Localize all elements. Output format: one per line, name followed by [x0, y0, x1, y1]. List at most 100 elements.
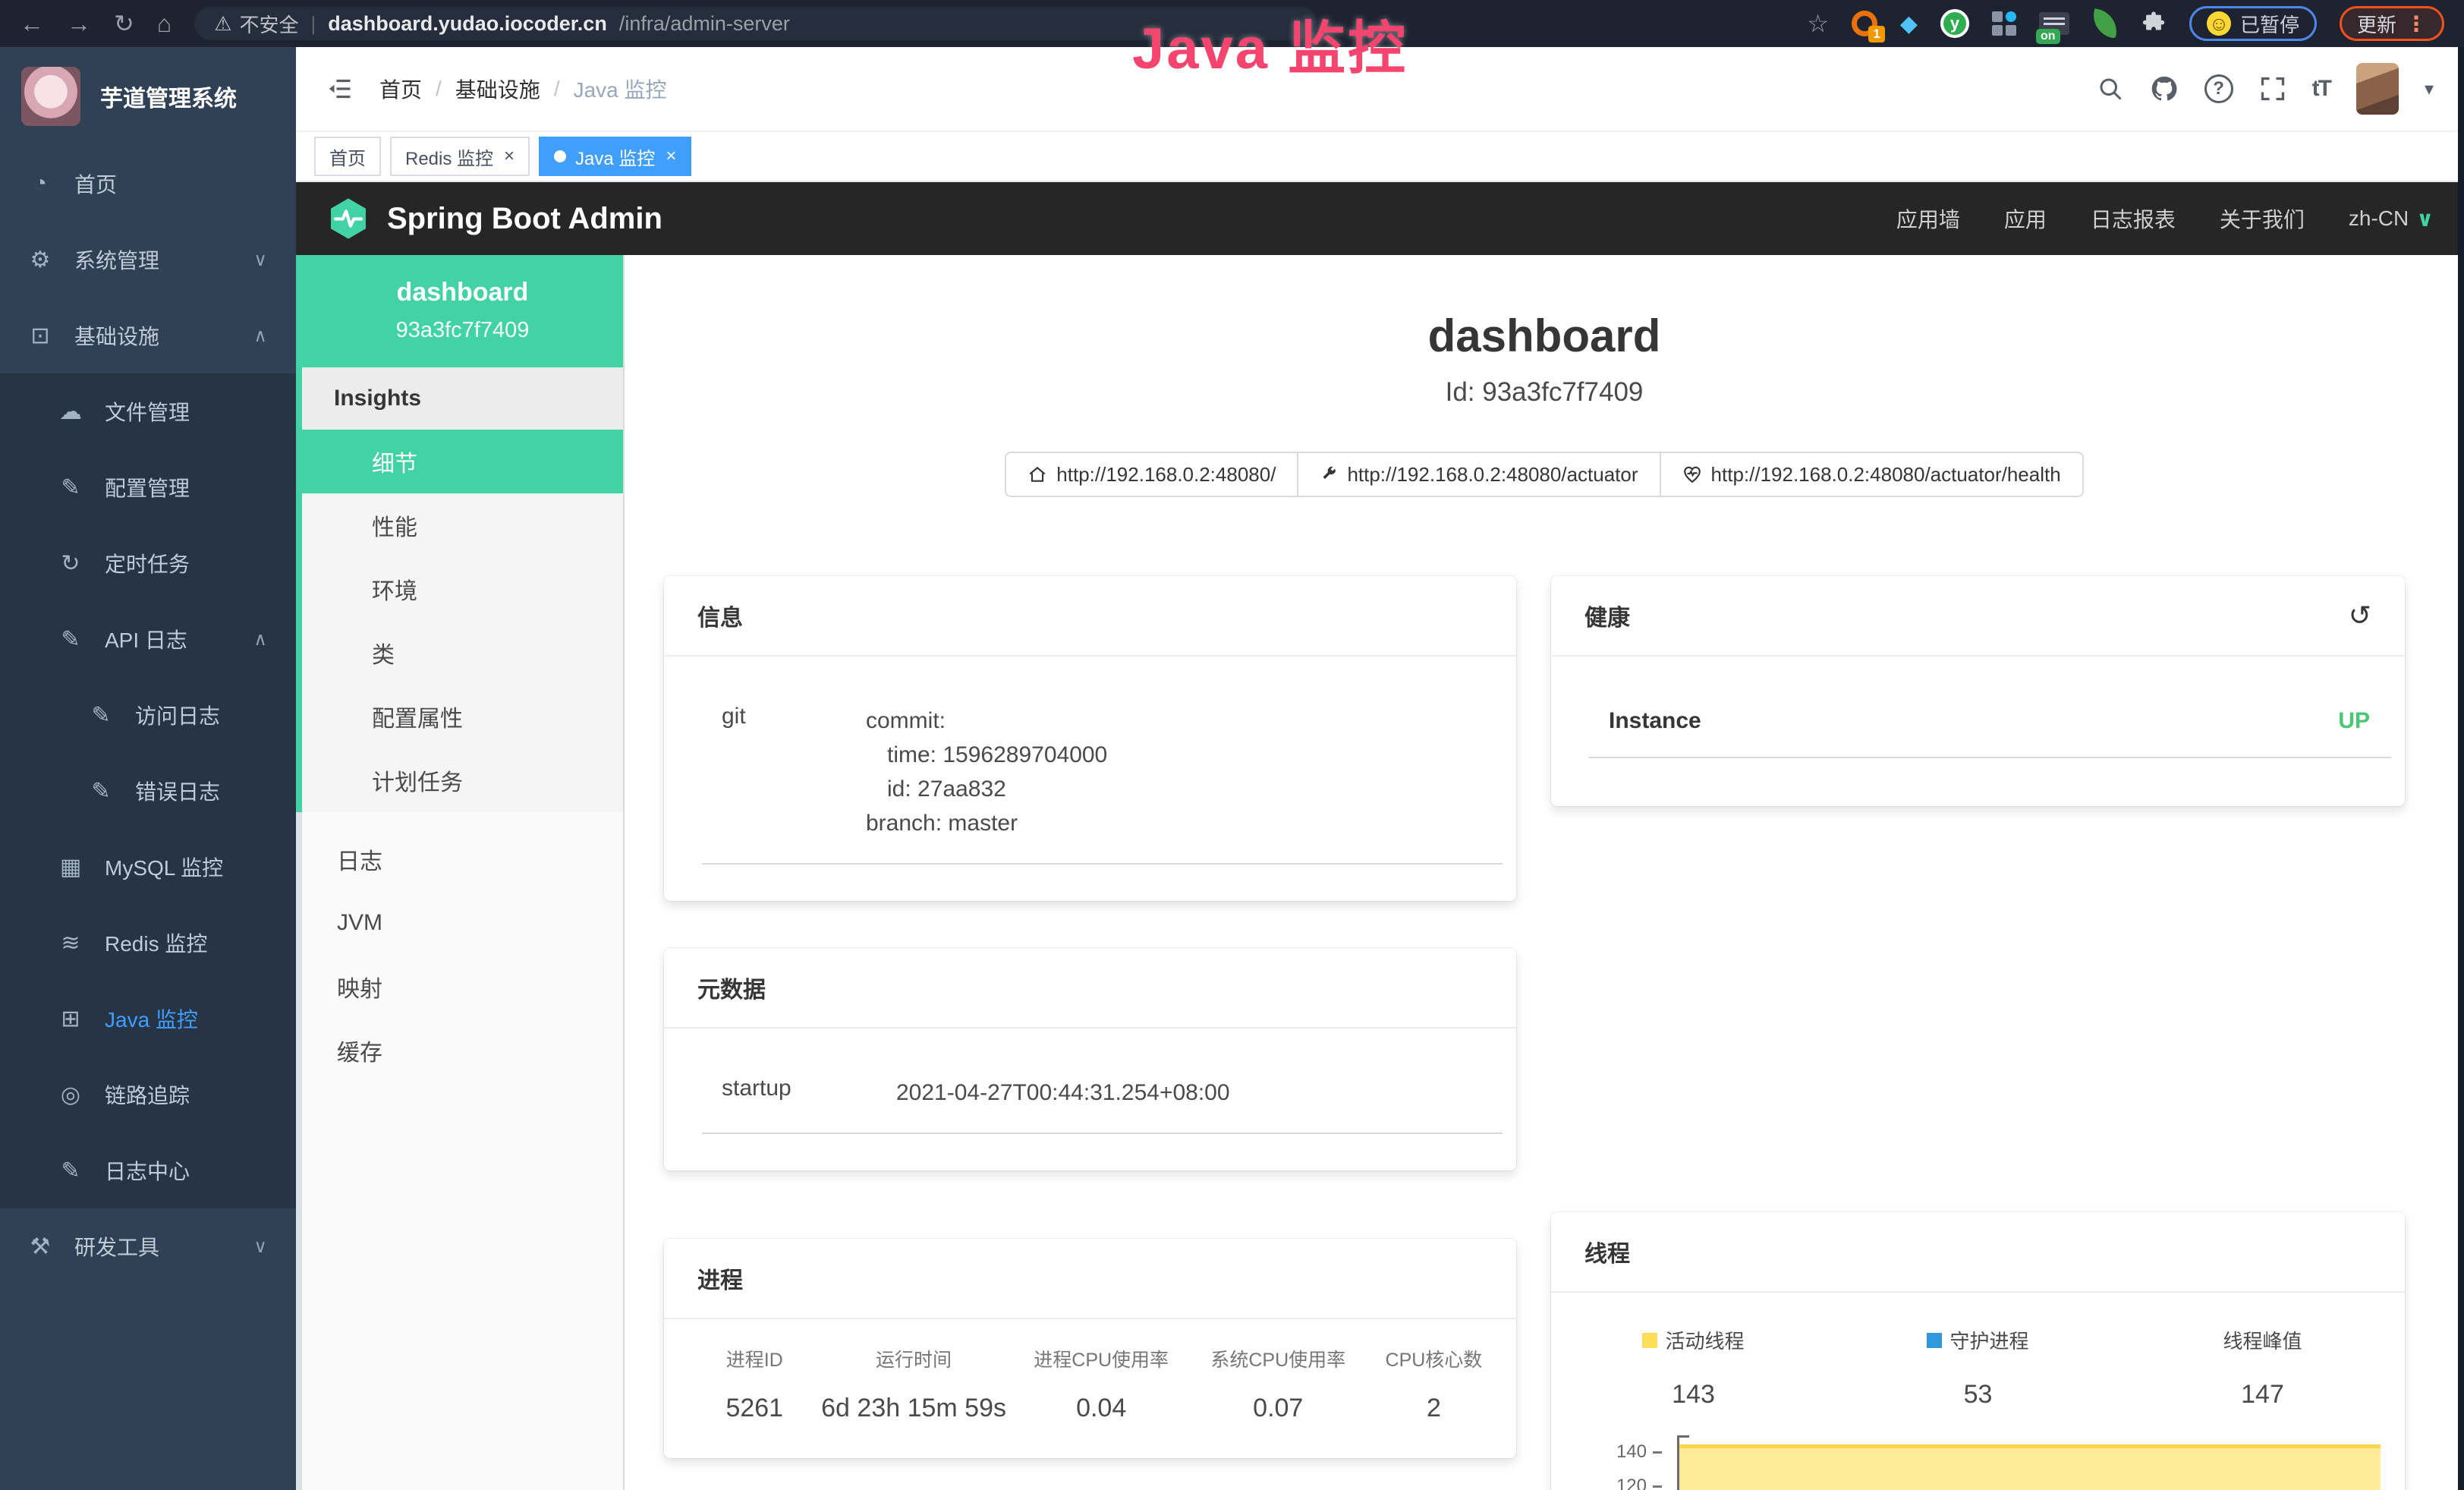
sidebar-item-label: 配置管理 — [105, 472, 190, 502]
heartbeat-icon — [1682, 465, 1702, 484]
toolbox-icon: ⚒ — [26, 1233, 55, 1260]
threads-card-title: 线程 — [1584, 1235, 1630, 1268]
tab-redis-monitor[interactable]: Redis 监控 × — [390, 137, 530, 176]
legend-value-peak: 147 — [2120, 1380, 2405, 1410]
sba-item-config-props[interactable]: 配置属性 — [302, 685, 623, 748]
sidebar-item-api-logs[interactable]: ✎ API 日志 ∧ — [0, 601, 296, 677]
sidebar-item-dev-tools[interactable]: ⚒ 研发工具 ∨ — [0, 1208, 296, 1284]
extension-grid-icon[interactable] — [1992, 11, 2016, 36]
dashboard-icon: ◔ — [26, 171, 55, 197]
metadata-startup-row: startup 2021-04-27T00:44:31.254+08:00 — [702, 1059, 1503, 1134]
sidebar-item-scheduled-tasks[interactable]: ↻ 定时任务 — [0, 525, 296, 601]
sba-item-scheduled[interactable]: 计划任务 — [302, 748, 623, 812]
breadcrumb-home[interactable]: 首页 — [379, 74, 422, 104]
process-value-cores: 2 — [1367, 1394, 1501, 1423]
close-icon[interactable]: × — [666, 146, 676, 167]
sba-item-logs[interactable]: 日志 — [302, 827, 623, 891]
tab-label: Redis 监控 — [405, 143, 493, 170]
timer-icon: ↻ — [56, 550, 85, 577]
sidebar-item-label: 首页 — [74, 169, 117, 199]
chevron-up-icon: ∧ — [253, 628, 267, 650]
sba-nav-about[interactable]: 关于我们 — [2220, 203, 2305, 234]
sidebar-item-java-monitor[interactable]: ⊞ Java 监控 — [0, 981, 296, 1057]
sba-nav-applications[interactable]: 应用 — [2004, 203, 2047, 234]
extension-pin-icon[interactable]: ◆ — [1900, 11, 1918, 37]
sba-item-mappings[interactable]: 映射 — [302, 955, 623, 1019]
breadcrumb-infrastructure[interactable]: 基础设施 — [455, 74, 540, 104]
search-icon[interactable] — [2097, 75, 2124, 102]
threads-chart: 140 120 100 — [1551, 1440, 2391, 1490]
instance-links: http://192.168.0.2:48080/ http://192.168… — [625, 452, 2464, 497]
reload-icon[interactable]: ↻ — [114, 11, 134, 36]
database-grid-icon: ▦ — [56, 854, 85, 880]
process-header-cores: CPU核心数 — [1367, 1345, 1501, 1372]
process-table: 进程ID 运行时间 进程CPU使用率 系统CPU使用率 CPU核心数 5261 … — [664, 1319, 1516, 1458]
home-icon[interactable]: ⌂ — [157, 11, 172, 36]
sidebar-item-system[interactable]: ⚙ 系统管理 ∨ — [0, 222, 296, 298]
tab-java-monitor[interactable]: Java 监控 × — [539, 137, 691, 176]
sidebar-item-config-management[interactable]: ✎ 配置管理 — [0, 449, 296, 525]
avatar-caret-icon[interactable]: ▾ — [2425, 78, 2434, 100]
sba-item-jvm[interactable]: JVM — [302, 891, 623, 955]
extensions-puzzle-icon[interactable] — [2141, 11, 2167, 36]
sba-item-details[interactable]: 细节 — [302, 430, 623, 493]
sba-locale-select[interactable]: zh-CN ∨ — [2349, 206, 2434, 232]
process-header-proc-cpu: 进程CPU使用率 — [1013, 1345, 1190, 1372]
sidebar-item-label: 基础设施 — [74, 320, 159, 351]
process-header-uptime: 运行时间 — [815, 1345, 1013, 1372]
info-git-label: git — [722, 704, 866, 840]
sidebar-item-log-center[interactable]: ✎ 日志中心 — [0, 1132, 296, 1208]
help-icon[interactable]: ? — [2204, 74, 2233, 103]
actuator-url-button[interactable]: http://192.168.0.2:48080/actuator — [1298, 452, 1660, 497]
sba-brand[interactable]: Spring Boot Admin — [326, 197, 662, 241]
sidebar-item-file-management[interactable]: ☁ 文件管理 — [0, 373, 296, 449]
sba-item-metrics[interactable]: 性能 — [302, 493, 623, 557]
text-size-icon[interactable]: tT — [2312, 76, 2330, 102]
sba-item-classes[interactable]: 类 — [302, 621, 623, 685]
cloud-upload-icon: ☁ — [56, 398, 85, 425]
sba-item-environment[interactable]: 环境 — [302, 557, 623, 621]
history-icon[interactable]: ↺ — [2349, 602, 2371, 629]
git-commit-line: commit: — [866, 704, 1503, 738]
sba-item-caches[interactable]: 缓存 — [302, 1019, 623, 1082]
back-icon[interactable]: ← — [20, 11, 44, 36]
y-tick-120: 120 — [1551, 1476, 1662, 1490]
github-icon[interactable] — [2150, 74, 2179, 103]
sidebar-item-label: 研发工具 — [74, 1231, 159, 1262]
bookmark-star-icon[interactable]: ☆ — [1807, 11, 1829, 36]
extension-green-icon[interactable]: y — [1940, 9, 1969, 38]
paused-label: 已暂停 — [2240, 10, 2299, 38]
chevron-down-icon: ∨ — [253, 249, 267, 271]
app-logo-row[interactable]: 芋道管理系统 — [0, 47, 296, 146]
sidebar-item-access-logs[interactable]: ✎ 访问日志 — [0, 677, 296, 753]
sidebar-item-mysql-monitor[interactable]: ▦ MySQL 监控 — [0, 829, 296, 905]
health-url-button[interactable]: http://192.168.0.2:48080/actuator/health — [1661, 452, 2084, 497]
forward-icon[interactable]: → — [67, 11, 91, 36]
sba-nav-journal[interactable]: 日志报表 — [2091, 203, 2176, 234]
address-bar[interactable]: ⚠ 不安全 | dashboard.yudao.iocoder.cn /infr… — [194, 7, 1317, 40]
instance-id-subtitle: Id: 93a3fc7f7409 — [625, 377, 2464, 408]
extension-orange-icon[interactable]: 1 — [1852, 11, 1877, 36]
legend-value-daemon: 53 — [1836, 1380, 2120, 1410]
sidebar-item-tracing[interactable]: ◎ 链路追踪 — [0, 1057, 296, 1132]
close-icon[interactable]: × — [504, 146, 515, 167]
sidebar-item-error-logs[interactable]: ✎ 错误日志 — [0, 753, 296, 829]
log-icon: ✎ — [87, 702, 115, 729]
sidebar-item-infrastructure[interactable]: ⊡ 基础设施 ∧ — [0, 298, 296, 373]
sidebar-fold-icon[interactable] — [326, 75, 354, 102]
sba-nav-wallboard[interactable]: 应用墙 — [1896, 203, 1960, 234]
sba-instance-header[interactable]: dashboard 93a3fc7f7409 — [302, 255, 623, 367]
profile-paused-pill[interactable]: ☺ 已暂停 — [2189, 6, 2317, 41]
sidebar-item-label: 访问日志 — [135, 700, 220, 730]
sidebar-item-redis-monitor[interactable]: ≋ Redis 监控 — [0, 905, 296, 981]
tab-home[interactable]: 首页 — [314, 137, 381, 176]
extension-switch-icon[interactable]: on — [2039, 12, 2069, 35]
sba-instance-name: dashboard — [310, 278, 615, 307]
browser-update-pill[interactable]: 更新 ⋮ — [2340, 6, 2444, 41]
legend-label-peak: 线程峰值 — [2223, 1326, 2302, 1354]
sidebar-item-home[interactable]: ◔ 首页 — [0, 146, 296, 222]
extension-leaf-icon[interactable] — [2092, 11, 2118, 36]
service-url-button[interactable]: http://192.168.0.2:48080/ — [1005, 452, 1298, 497]
avatar[interactable] — [2356, 63, 2399, 115]
fullscreen-icon[interactable] — [2259, 75, 2286, 102]
